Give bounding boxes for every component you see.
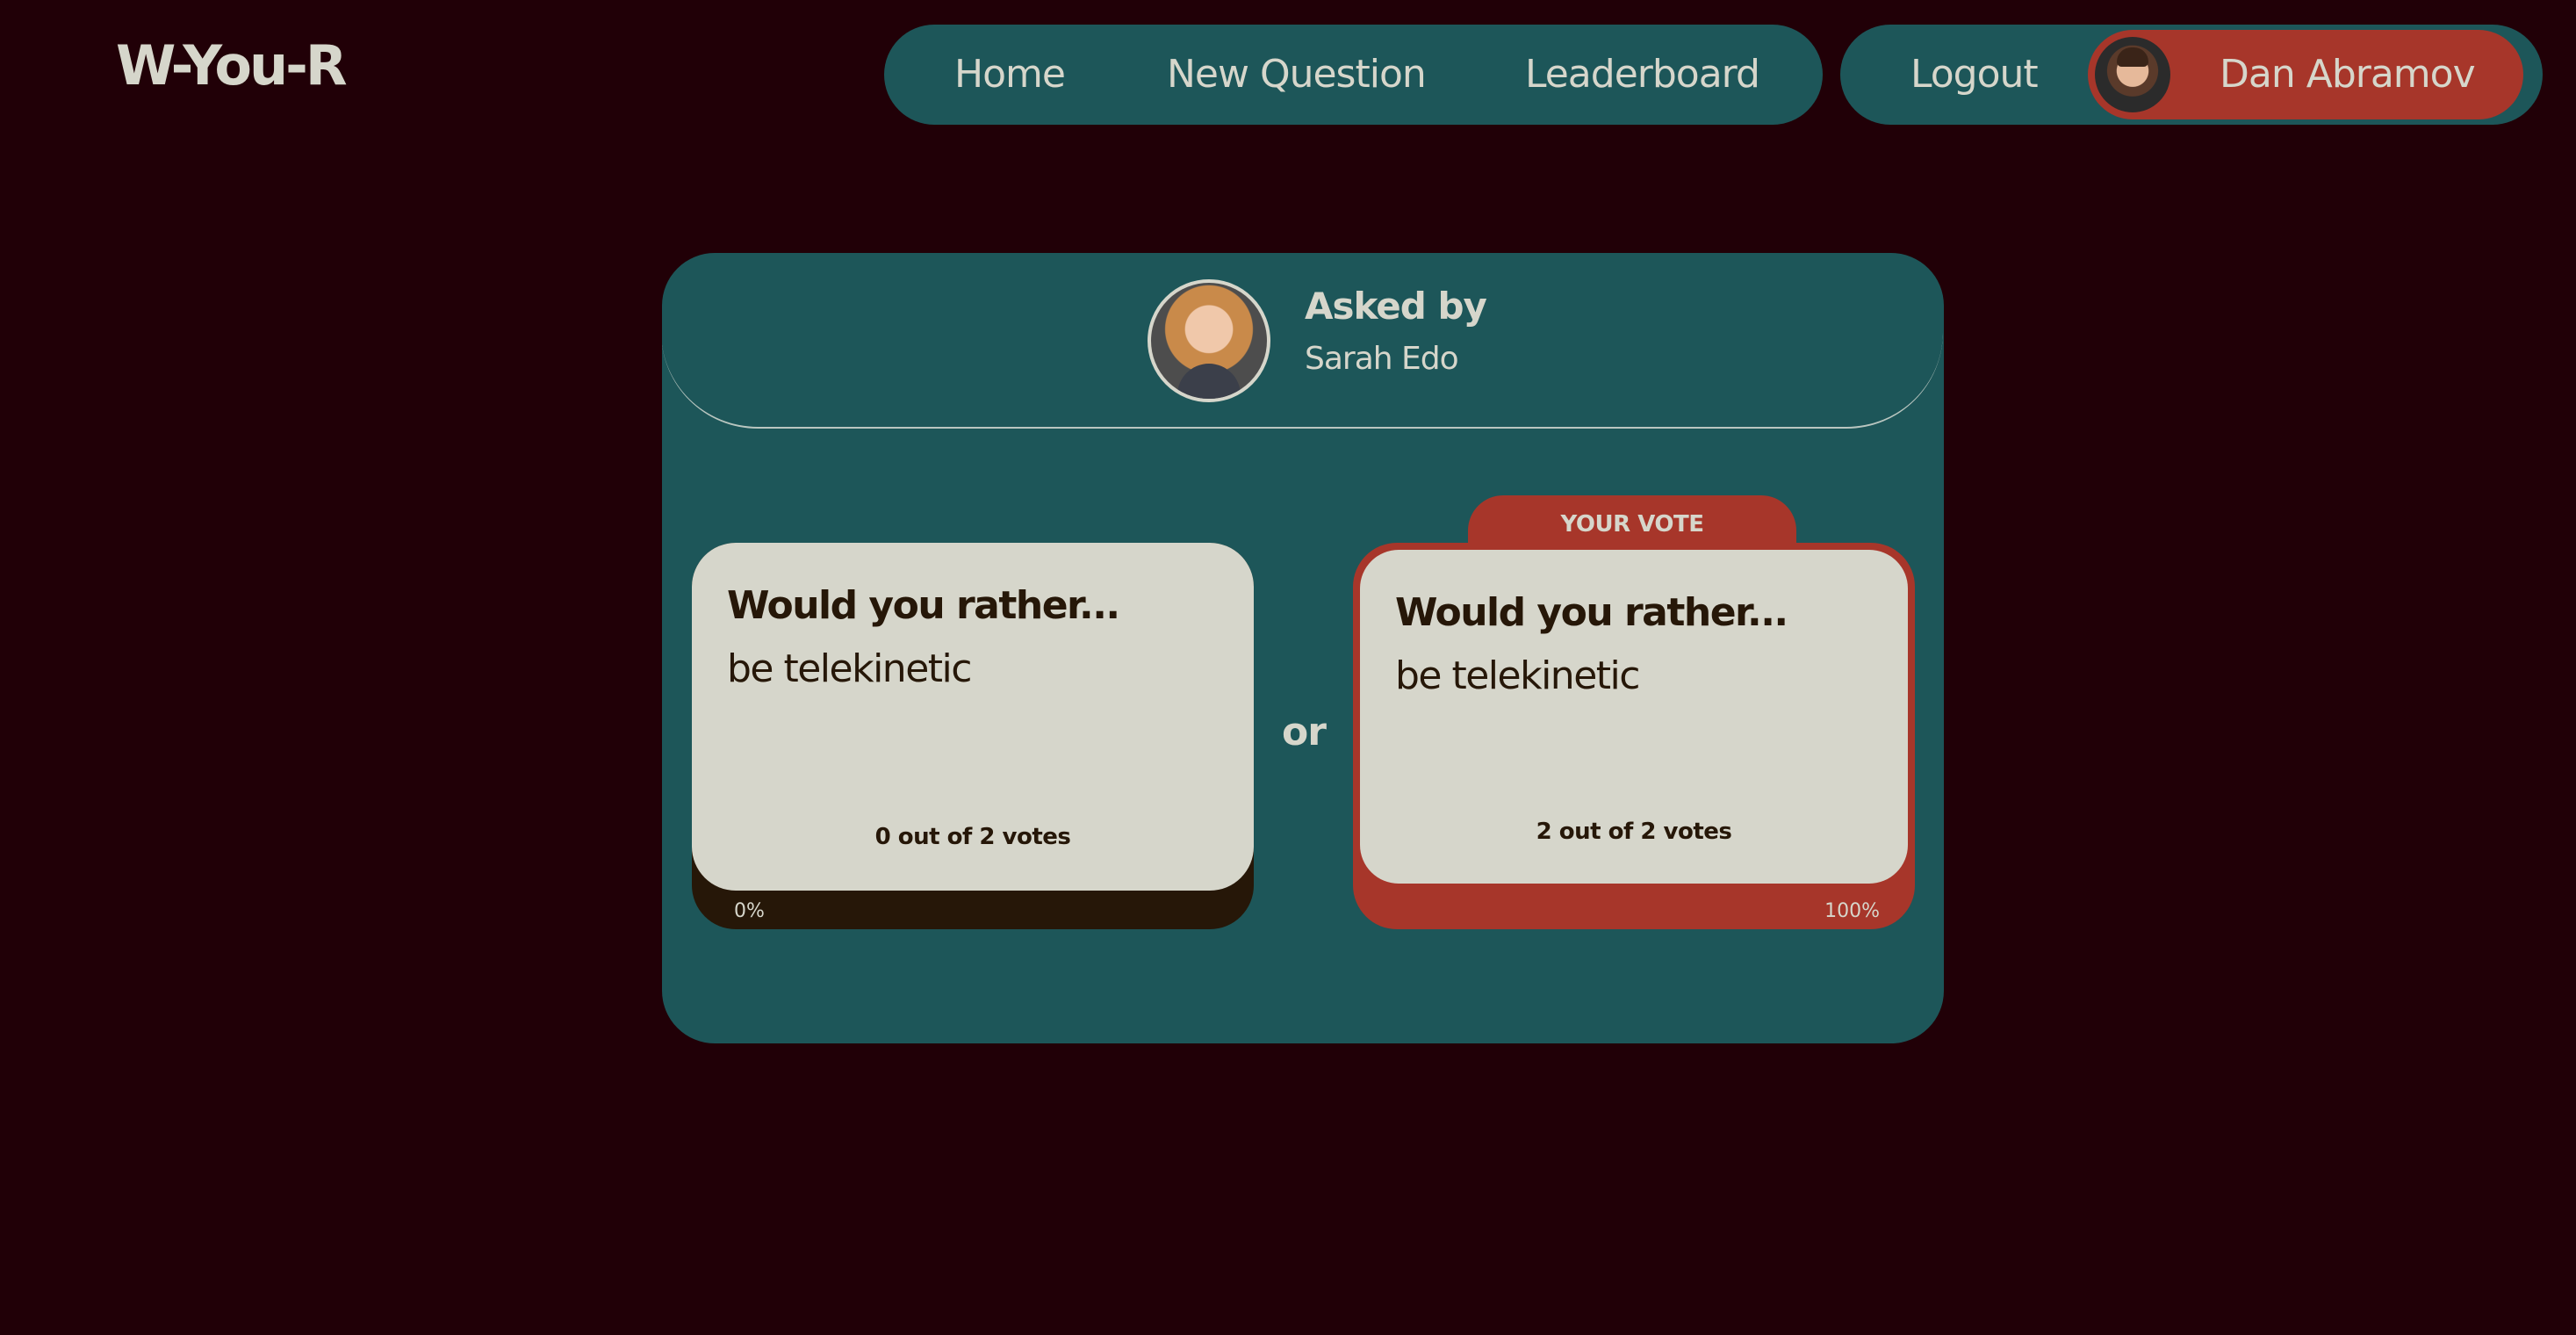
option-two[interactable]: Would you rather... be telekinetic 2 out… [1353,543,1915,929]
author-avatar [1148,279,1270,402]
nav-leaderboard-link[interactable]: Leaderboard [1525,25,1760,125]
option-two-votes: 2 out of 2 votes [1536,819,1732,845]
option-two-text: be telekinetic [1395,653,1640,698]
option-one-votes: 0 out of 2 votes [874,824,1071,850]
main-nav: Home New Question Leaderboard [884,25,1823,125]
app-logo[interactable]: W-You-R [116,35,348,97]
current-user-chip[interactable]: Dan Abramov [2088,30,2523,119]
question-header: Asked by Sarah Edo [662,253,1943,429]
option-one-percent: 0% [734,900,765,922]
option-two-title: Would you rather... [1395,590,1788,635]
logout-link[interactable]: Logout [1910,25,2039,125]
nav-home-link[interactable]: Home [954,25,1066,125]
option-two-body: Would you rather... be telekinetic 2 out… [1360,550,1908,884]
option-one-text: be telekinetic [727,646,972,691]
option-one-title: Would you rather... [727,583,1120,628]
user-avatar [2095,37,2170,112]
option-two-percent: 100% [1824,900,1880,922]
asked-by-label: Asked by [1305,285,1487,328]
option-one[interactable]: Would you rather... be telekinetic 0 out… [692,543,1254,929]
user-nav: Logout Dan Abramov [1840,25,2543,125]
option-one-body: Would you rather... be telekinetic 0 out… [692,543,1254,891]
or-separator: or [1282,710,1327,754]
author-name: Sarah Edo [1305,341,1459,377]
nav-new-question-link[interactable]: New Question [1167,25,1427,125]
current-user-name: Dan Abramov [2220,52,2476,97]
question-card: Asked by Sarah Edo Would you rather... b… [662,253,1944,1043]
